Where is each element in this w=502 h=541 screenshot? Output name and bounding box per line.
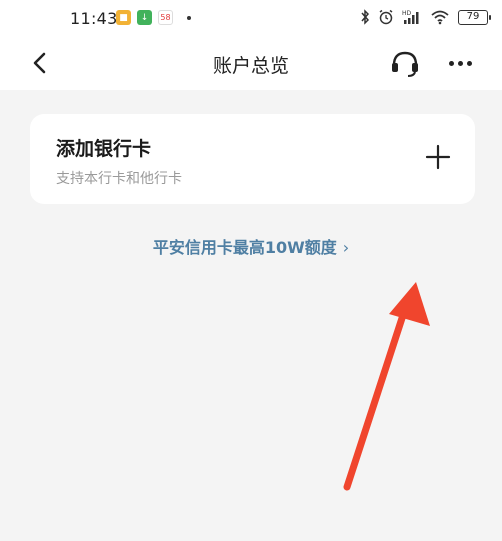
arrow-head: [389, 282, 430, 326]
plus-icon[interactable]: [425, 144, 451, 170]
nav-bar: 账户总览: [0, 40, 502, 88]
top-bar: 11:43 ■ ↓ 58 HD 79 账户总览: [0, 0, 502, 90]
battery-icon: 79: [458, 9, 491, 25]
bluetooth-icon: [361, 9, 370, 25]
credit-card-promo-link[interactable]: 平安信用卡最高10W额度 ›: [0, 234, 502, 258]
status-time: 11:43: [70, 9, 118, 28]
more-dot-icon: [457, 60, 463, 66]
card-subtitle: 支持本行卡和他行卡: [56, 171, 182, 187]
wifi-icon: [431, 10, 449, 25]
download-app-icon: ↓: [137, 10, 152, 25]
card-title: 添加银行卡: [56, 138, 152, 160]
notification-dot-icon: [187, 15, 191, 20]
more-button[interactable]: [444, 50, 476, 76]
svg-text:HD: HD: [402, 10, 412, 17]
page-title: 账户总览: [212, 55, 289, 77]
hd-signal-icon: HD: [402, 10, 419, 24]
arrow-shaft: [343, 308, 408, 491]
add-bank-card[interactable]: 添加银行卡 支持本行卡和他行卡: [30, 114, 475, 204]
more-dot-icon: [448, 60, 454, 66]
chevron-right-icon: ›: [342, 238, 350, 257]
promo-text: 平安信用卡最高10W额度: [152, 238, 337, 257]
system-icons: HD 79: [360, 9, 491, 25]
more-dot-icon: [466, 60, 472, 66]
message-app-icon: ■: [116, 10, 131, 25]
alarm-icon: [379, 9, 393, 25]
notification-icons: ■ ↓ 58: [116, 10, 191, 25]
status-bar: 11:43 ■ ↓ 58 HD 79: [0, 0, 502, 36]
headset-icon[interactable]: [388, 48, 422, 78]
58-app-icon: 58: [158, 10, 173, 25]
